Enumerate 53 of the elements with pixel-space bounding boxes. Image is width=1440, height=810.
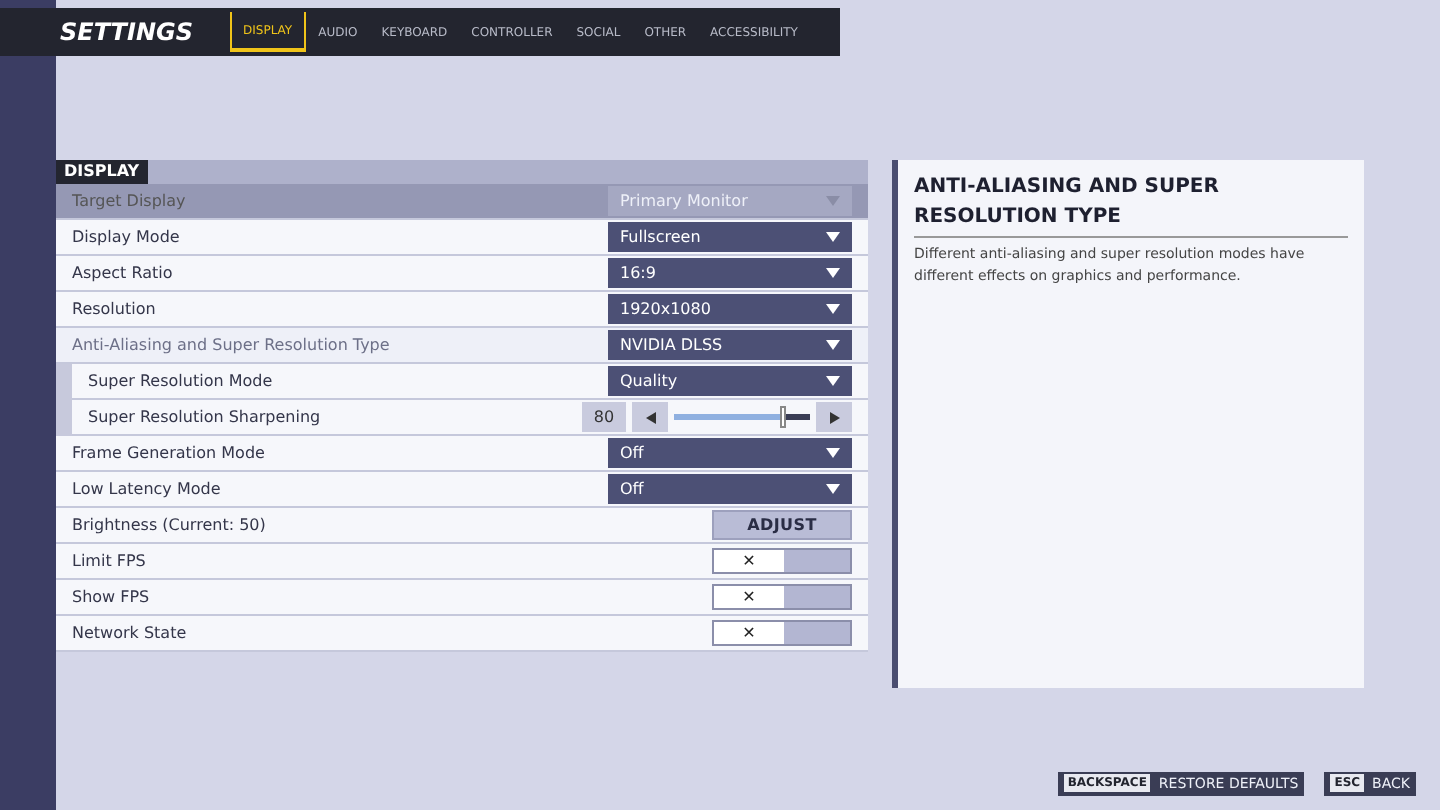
dropdown[interactable]: 16:9 <box>608 258 852 288</box>
setting-label: Show FPS <box>72 585 150 609</box>
section-header: DISPLAY <box>56 160 868 184</box>
setting-row[interactable]: Show FPS ✕ <box>56 580 868 616</box>
setting-row[interactable]: Limit FPS ✕ <box>56 544 868 580</box>
dropdown[interactable]: Off <box>608 438 852 468</box>
caret-down-icon <box>826 268 840 278</box>
caret-down-icon <box>826 448 840 458</box>
toggle-switch[interactable]: ✕ <box>712 548 852 574</box>
adjust-button[interactable]: ADJUST <box>712 510 852 540</box>
setting-label: Network State <box>72 621 187 645</box>
caret-down-icon <box>826 304 840 314</box>
dropdown[interactable]: 1920x1080 <box>608 294 852 324</box>
value-readout: 80 <box>582 402 626 432</box>
setting-row[interactable]: Low Latency Mode Off <box>56 472 868 508</box>
toggle-switch[interactable]: ✕ <box>712 584 852 610</box>
setting-row[interactable]: Brightness (Current: 50) ADJUST <box>56 508 868 544</box>
dropdown[interactable]: Fullscreen <box>608 222 852 252</box>
left-arrow-icon <box>645 411 655 423</box>
setting-label: Super Resolution Sharpening <box>88 405 321 429</box>
setting-row[interactable]: Resolution 1920x1080 <box>56 292 868 328</box>
page-title: SETTINGS <box>60 16 193 50</box>
setting-row[interactable]: Network State ✕ <box>56 616 868 652</box>
setting-label: Limit FPS <box>72 549 146 573</box>
setting-label: Frame Generation Mode <box>72 441 265 465</box>
setting-row[interactable]: Anti-Aliasing and Super Resolution Type NVIDIA DLSS <box>56 328 868 364</box>
caret-down-icon <box>826 340 840 350</box>
slider-thumb[interactable] <box>780 406 787 428</box>
setting-label: Aspect Ratio <box>72 261 173 285</box>
setting-label: Display Mode <box>72 225 180 249</box>
setting-row[interactable]: Display Mode Fullscreen <box>56 220 868 256</box>
setting-row[interactable]: Super Resolution Sharpening 80 <box>72 400 868 436</box>
setting-row[interactable]: Aspect Ratio 16:9 <box>56 256 868 292</box>
dropdown[interactable]: Quality <box>608 366 852 396</box>
setting-label: Low Latency Mode <box>72 477 221 501</box>
dropdown[interactable]: Off <box>608 474 852 504</box>
setting-label: Resolution <box>72 297 156 321</box>
info-title: ANTI-ALIASING AND SUPER RESOLUTION TYPE <box>914 172 1348 238</box>
toggle-switch[interactable]: ✕ <box>712 620 852 646</box>
caret-down-icon <box>826 232 840 242</box>
caret-down-icon <box>826 376 840 386</box>
caret-down-icon <box>826 484 840 494</box>
decrease-button[interactable] <box>632 402 668 432</box>
setting-label: Target Display <box>72 189 186 213</box>
setting-label: Brightness (Current: 50) <box>72 513 266 537</box>
setting-label: Anti-Aliasing and Super Resolution Type <box>72 333 390 357</box>
setting-label: Super Resolution Mode <box>88 369 273 393</box>
caret-down-icon <box>826 196 840 206</box>
right-arrow-icon <box>829 411 839 423</box>
dropdown[interactable]: NVIDIA DLSS <box>608 330 852 360</box>
setting-row[interactable]: Super Resolution Mode Quality <box>72 364 868 400</box>
increase-button[interactable] <box>816 402 852 432</box>
setting-row[interactable]: Frame Generation Mode Off <box>56 436 868 472</box>
